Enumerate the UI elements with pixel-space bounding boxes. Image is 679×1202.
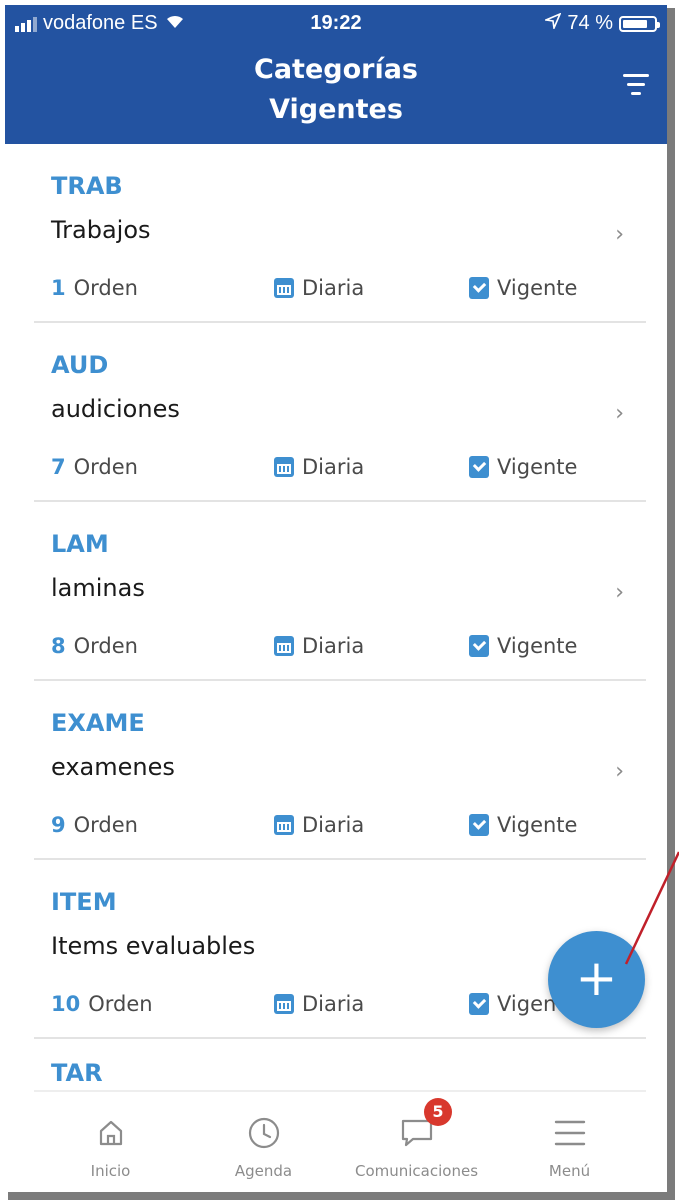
order-field: 1 Orden	[51, 276, 138, 300]
category-code: EXAME	[51, 709, 145, 737]
clock-icon	[187, 1108, 340, 1158]
frequency-field: Diaria	[274, 813, 364, 837]
list-item[interactable]: AUD audiciones › 7 Orden Diaria Vigente	[34, 323, 646, 502]
notification-badge: 5	[424, 1098, 452, 1126]
location-arrow-icon	[543, 12, 562, 35]
list-item[interactable]: EXAME examenes › 9 Orden Diaria Vigente	[34, 681, 646, 860]
page-title: Categorías Vigentes	[254, 54, 418, 125]
category-name: Items evaluables	[51, 932, 256, 960]
category-name: Trabajos	[51, 216, 151, 244]
frequency-field: Diaria	[274, 455, 364, 479]
frequency-field: Diaria	[274, 634, 364, 658]
chevron-right-icon: ›	[615, 401, 624, 426]
tab-menu[interactable]: Menú	[493, 1092, 646, 1192]
clipboard-check-icon	[469, 456, 489, 478]
list-item[interactable]: LAM laminas › 8 Orden Diaria Vigente	[34, 502, 646, 681]
category-code: AUD	[51, 351, 109, 379]
category-name: laminas	[51, 574, 145, 602]
state-field: Vigente	[469, 276, 577, 300]
phone-screen: vodafone ES 19:22 74 % Categorías Vigent…	[0, 0, 667, 1192]
calendar-icon	[274, 278, 294, 298]
category-name: examenes	[51, 753, 175, 781]
category-list: TRAB Trabajos › 1 Orden Diaria Vigente AU…	[34, 144, 646, 1192]
add-category-button[interactable]: +	[548, 931, 645, 1028]
chevron-right-icon: ›	[615, 222, 624, 247]
state-field: Vigente	[469, 455, 577, 479]
order-field: 7 Orden	[51, 455, 138, 479]
chat-icon: 5	[340, 1098, 493, 1158]
home-icon	[34, 1108, 187, 1158]
list-item[interactable]: ITEM Items evaluables › 10Orden Diaria V…	[34, 860, 646, 1039]
order-field: 10 Orden	[51, 992, 153, 1016]
filter-button[interactable]	[621, 74, 651, 104]
order-field: 8 Orden	[51, 634, 138, 658]
category-code: ITEM	[51, 888, 117, 916]
frequency-field: Diaria	[274, 992, 364, 1016]
clipboard-check-icon	[469, 993, 489, 1015]
calendar-icon	[274, 994, 294, 1014]
calendar-icon	[274, 636, 294, 656]
clipboard-check-icon	[469, 814, 489, 836]
calendar-icon	[274, 815, 294, 835]
calendar-icon	[274, 457, 294, 477]
category-name: audiciones	[51, 395, 180, 423]
bottom-tab-bar: Inicio Agenda 5 Comunicaciones Menú	[34, 1090, 646, 1192]
list-item[interactable]: TRAB Trabajos › 1 Orden Diaria Vigente	[34, 144, 646, 323]
battery-icon	[619, 15, 660, 32]
state-field: Vigente	[469, 634, 577, 658]
hamburger-menu-icon	[493, 1108, 646, 1158]
chevron-right-icon: ›	[615, 759, 624, 784]
status-bar: vodafone ES 19:22 74 %	[5, 5, 667, 38]
chevron-right-icon: ›	[615, 580, 624, 605]
battery-percent: 74 %	[567, 12, 613, 34]
tab-agenda[interactable]: Agenda	[187, 1092, 340, 1192]
clipboard-check-icon	[469, 635, 489, 657]
tab-inicio[interactable]: Inicio	[34, 1092, 187, 1192]
state-field: Vigente	[469, 813, 577, 837]
app-header: Categorías Vigentes	[5, 38, 667, 144]
order-field: 9 Orden	[51, 813, 138, 837]
tab-comunicaciones[interactable]: 5 Comunicaciones	[340, 1092, 493, 1192]
category-code: TRAB	[51, 172, 123, 200]
category-code: LAM	[51, 530, 109, 558]
clipboard-check-icon	[469, 277, 489, 299]
category-code: TAR	[51, 1059, 103, 1087]
frequency-field: Diaria	[274, 276, 364, 300]
